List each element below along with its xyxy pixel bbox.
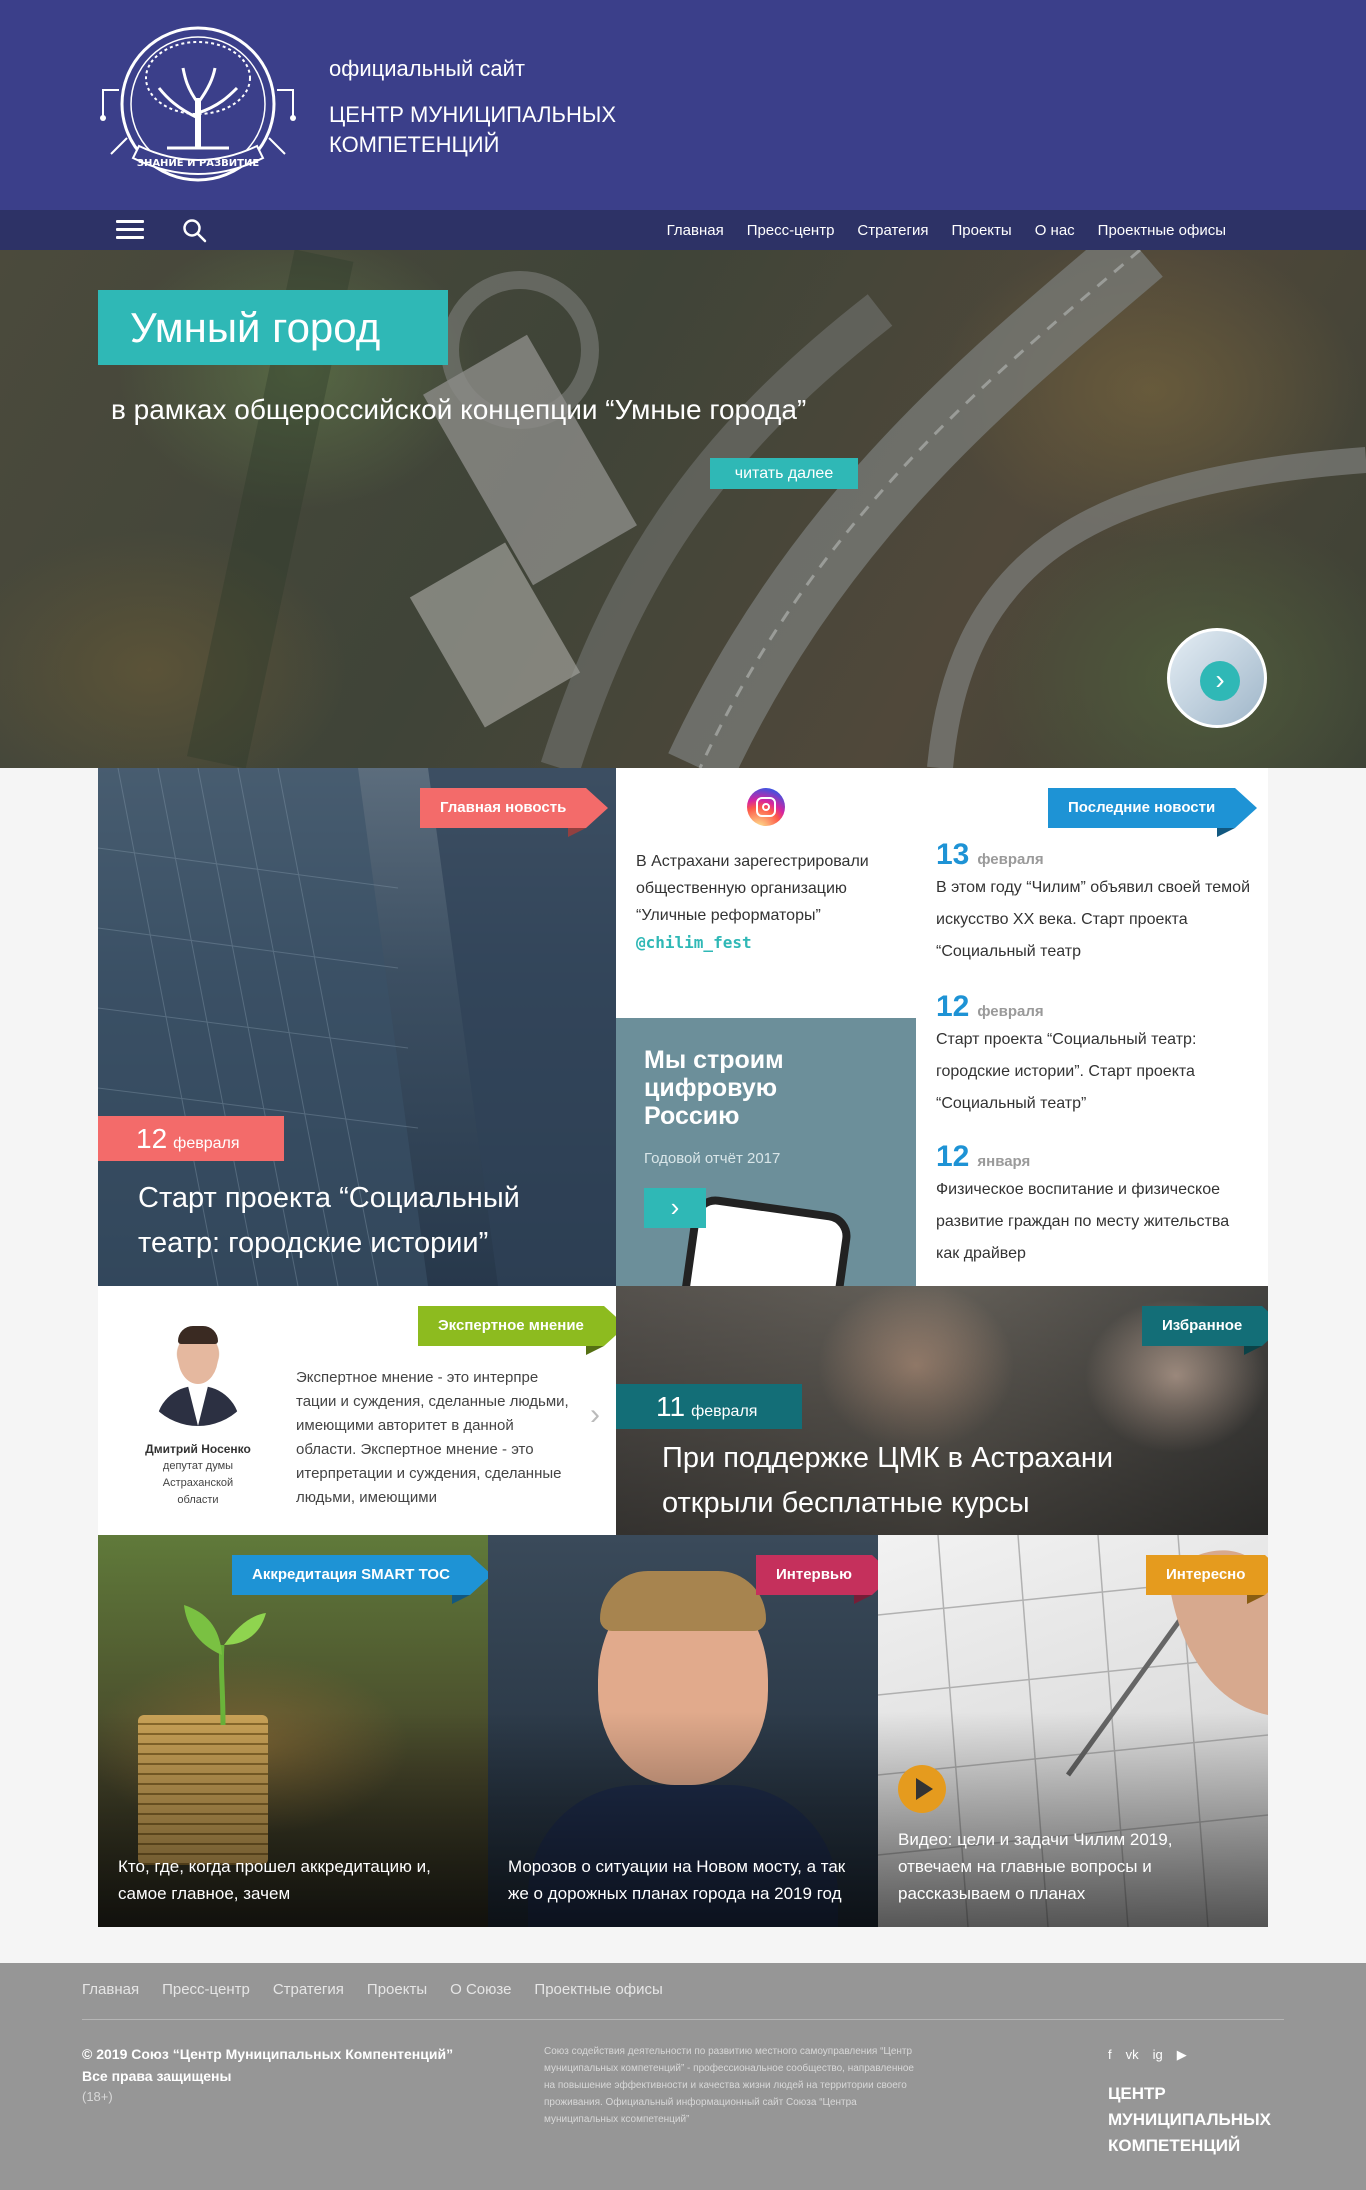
instagram-icon[interactable]: ig bbox=[1153, 2047, 1163, 2063]
main-news-date: 12 февраля bbox=[98, 1116, 284, 1161]
last-news-text: В этом году “Чилим” объявил своей темой … bbox=[936, 879, 1251, 960]
footer-social: f vk ig ▶ bbox=[1108, 2047, 1187, 2063]
sprout-image bbox=[184, 1605, 266, 1725]
nav-item-press[interactable]: Пресс-центр bbox=[747, 222, 835, 239]
chevron-right-icon: › bbox=[1200, 661, 1240, 701]
promo-title: Мы строим цифровую Россию bbox=[644, 1046, 784, 1130]
avatar bbox=[138, 1306, 258, 1426]
menu-icon[interactable] bbox=[116, 220, 144, 240]
svg-text:ЗНАНИЕ И РАЗВИТИЕ: ЗНАНИЕ И РАЗВИТИЕ bbox=[137, 158, 259, 169]
main-news-day: 12 bbox=[136, 1123, 168, 1154]
card-caption[interactable]: Морозов о ситуации на Новом мосту, а так… bbox=[508, 1853, 858, 1907]
news-card-accreditation[interactable]: Аккредитация SMART ТОС Кто, где, когда п… bbox=[98, 1535, 488, 1927]
last-news-text: Физическое воспитание и физическое разви… bbox=[936, 1181, 1230, 1262]
footer-brand: ЦЕНТР МУНИЦИПАЛЬНЫХ КОМПЕТЕНЦИЙ bbox=[1108, 2084, 1271, 2155]
site-subtitle: официальный сайт bbox=[329, 56, 526, 81]
card-caption[interactable]: Видео: цели и задачи Чилим 2019, отвечае… bbox=[898, 1826, 1248, 1907]
footer-copyright: © 2019 Союз “Центр Муниципальных Компент… bbox=[82, 2046, 454, 2084]
promo-subtitle: Годовой отчёт 2017 bbox=[644, 1150, 781, 1167]
nav-item-strategy[interactable]: Стратегия bbox=[857, 222, 928, 239]
footer-links: Главная Пресс-центр Стратегия Проекты О … bbox=[82, 1981, 663, 1998]
main-nav: Главная Пресс-центр Стратегия Проекты О … bbox=[0, 210, 1366, 250]
nav-item-offices[interactable]: Проектные офисы bbox=[1098, 222, 1226, 239]
hero-badge: Умный город bbox=[98, 290, 448, 365]
youtube-icon[interactable]: ▶ bbox=[1177, 2047, 1187, 2063]
last-news-date: 12 января bbox=[936, 1140, 1031, 1173]
instagram-icon[interactable] bbox=[747, 788, 785, 826]
expert-opinion-card: Экспертное мнение Дмитрий Носенко депута… bbox=[98, 1286, 626, 1535]
card-tag: Интервью bbox=[756, 1555, 878, 1595]
hero-subtitle: в рамках общероссийской концепции “Умные… bbox=[111, 394, 807, 425]
footer-link-offices[interactable]: Проектные офисы bbox=[534, 1981, 662, 1998]
last-news-date: 13 февраля bbox=[936, 838, 1044, 871]
footer-link-strategy[interactable]: Стратегия bbox=[273, 1981, 344, 1998]
last-news-text: Старт проекта “Социальный театр: городск… bbox=[936, 1031, 1197, 1112]
card-tag: Аккредитация SMART ТОС bbox=[232, 1555, 488, 1595]
favorite-news-card[interactable]: Избранное 11 февраля При поддержке ЦМК в … bbox=[616, 1286, 1268, 1535]
main-news-month: февраля bbox=[173, 1135, 240, 1152]
favorite-headline[interactable]: При поддержке ЦМК в Астрахани открыли бе… bbox=[662, 1436, 1222, 1526]
footer-divider bbox=[82, 2019, 1284, 2020]
promo-arrow-button[interactable]: › bbox=[644, 1188, 706, 1228]
promo-card[interactable]: Мы строим цифровую Россию Годовой отчёт … bbox=[616, 1018, 916, 1286]
nav-item-home[interactable]: Главная bbox=[667, 222, 724, 239]
expert-tag: Экспертное мнение bbox=[418, 1306, 626, 1346]
footer-link-projects[interactable]: Проекты bbox=[367, 1981, 427, 1998]
instagram-post-text: В Астрахани зарегестрировали общественну… bbox=[636, 853, 869, 924]
play-icon[interactable] bbox=[898, 1765, 946, 1813]
coins-image bbox=[138, 1715, 268, 1865]
instagram-handle-link[interactable]: @chilim_fest bbox=[636, 933, 752, 952]
footer-link-home[interactable]: Главная bbox=[82, 1981, 139, 1998]
main-news-card[interactable]: Главная новость 12 февраля Старт проекта … bbox=[98, 768, 616, 1286]
favorite-tag: Избранное bbox=[1142, 1306, 1268, 1346]
logo-tree-emblem[interactable]: ЗНАНИЕ И РАЗВИТИЕ bbox=[97, 18, 299, 194]
news-card-interview[interactable]: Интервью Морозов о ситуации на Новом мос… bbox=[488, 1535, 878, 1927]
expert-quote: Экспертное мнение - это интерпре тации и… bbox=[296, 1369, 569, 1506]
expert-role: депутат думы Астраханской области bbox=[162, 1460, 234, 1506]
instagram-post: В Астрахани зарегестрировали общественну… bbox=[636, 848, 896, 957]
search-icon[interactable] bbox=[182, 218, 208, 244]
nav-item-about[interactable]: О нас bbox=[1035, 222, 1075, 239]
nav-links: Главная Пресс-центр Стратегия Проекты О … bbox=[667, 210, 1226, 250]
hero-banner: Умный город в рамках общероссийской конц… bbox=[0, 250, 1366, 768]
expert-name: Дмитрий Носенко bbox=[145, 1442, 251, 1456]
last-news-card: Последние новости 13 февраля В этом году … bbox=[916, 768, 1268, 1286]
last-news-item[interactable]: 12 января Физическое воспитание и физичес… bbox=[936, 1140, 1256, 1270]
card-tag: Интересно bbox=[1146, 1555, 1268, 1595]
favorite-day: 11 bbox=[656, 1391, 686, 1422]
site-title[interactable]: ЦЕНТР МУНИЦИПАЛЬНЫХ КОМПЕТЕНЦИЙ bbox=[329, 100, 669, 160]
main-news-tag: Главная новость bbox=[420, 788, 609, 828]
last-news-item[interactable]: 12 февраля Старт проекта “Социальный теат… bbox=[936, 990, 1256, 1120]
read-more-button[interactable]: читать далее bbox=[710, 458, 858, 489]
nav-item-projects[interactable]: Проекты bbox=[952, 222, 1012, 239]
site-footer: Главная Пресс-центр Стратегия Проекты О … bbox=[0, 1963, 1366, 2190]
main-news-headline[interactable]: Старт проекта “Социальный театр: городск… bbox=[138, 1176, 578, 1266]
chevron-right-icon[interactable]: › bbox=[590, 1398, 610, 1431]
last-news-item[interactable]: 13 февраля В этом году “Чилим” объявил св… bbox=[936, 838, 1256, 968]
facebook-icon[interactable]: f bbox=[1108, 2047, 1112, 2063]
site-header: ЗНАНИЕ И РАЗВИТИЕ официальный сайт ЦЕНТР… bbox=[0, 0, 1366, 210]
last-news-date: 12 февраля bbox=[936, 990, 1044, 1023]
footer-age-rating: (18+) bbox=[82, 2089, 113, 2104]
card-caption[interactable]: Кто, где, когда прошел аккредитацию и, с… bbox=[118, 1853, 468, 1907]
footer-description: Союз содействия деятельности по развитию… bbox=[544, 2046, 914, 2125]
hero-next-slide-button[interactable]: › bbox=[1167, 628, 1267, 728]
instagram-card: В Астрахани зарегестрировали общественну… bbox=[616, 768, 916, 1018]
favorite-date: 11 февраля bbox=[616, 1384, 802, 1429]
footer-link-union[interactable]: О Союзе bbox=[450, 1981, 511, 1998]
favorite-month: февраля bbox=[691, 1403, 758, 1420]
last-news-tag: Последние новости bbox=[1048, 788, 1258, 828]
news-card-interesting[interactable]: Интересно Видео: цели и задачи Чилим 201… bbox=[878, 1535, 1268, 1927]
footer-link-press[interactable]: Пресс-центр bbox=[162, 1981, 250, 1998]
vk-icon[interactable]: vk bbox=[1126, 2047, 1139, 2063]
